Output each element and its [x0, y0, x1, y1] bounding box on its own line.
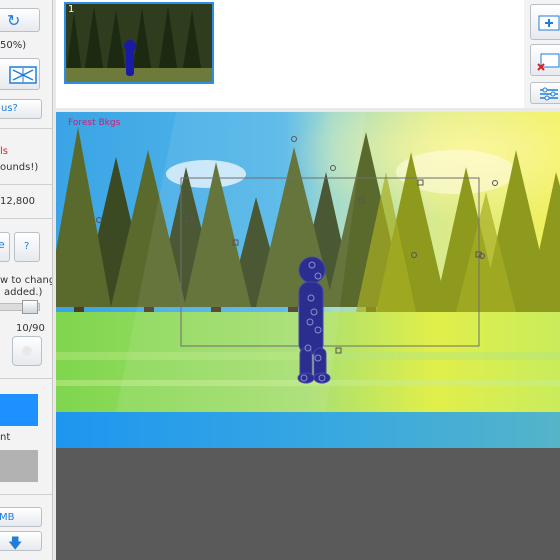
add-frame-icon — [538, 15, 560, 31]
scene-label: Forest Bkgs — [68, 118, 121, 128]
left-toolbar: ↻ 50%) us? ls ounds!) 12,800 e ? w to ch… — [0, 0, 53, 560]
add-frame-button[interactable] — [530, 4, 560, 40]
frame-number: 1 — [68, 4, 75, 15]
refresh-icon: ↻ — [7, 11, 21, 30]
record-button[interactable] — [12, 336, 42, 366]
warning-label: ls — [0, 146, 8, 157]
instruction-line1: w to change — [0, 275, 52, 286]
slider-handle[interactable] — [22, 300, 38, 314]
animation-canvas[interactable]: Forest Bkgs — [56, 112, 560, 448]
download-button[interactable]: 🡇 — [0, 531, 42, 552]
file-size-button[interactable]: MB — [0, 507, 42, 527]
arrow-down-icon: 🡇 — [8, 536, 23, 552]
delete-frame-button[interactable] — [530, 44, 560, 76]
color-label: nt — [0, 432, 11, 443]
help-link-label: us? — [1, 103, 18, 114]
instruction-line2: added.) — [4, 287, 43, 298]
help-link-button[interactable]: us? — [0, 99, 42, 119]
toggle-button[interactable]: e — [0, 232, 10, 262]
file-size-label: MB — [0, 512, 15, 523]
size-value: 12,800 — [0, 196, 35, 207]
help-button-label: ? — [24, 241, 30, 252]
help-button[interactable]: ? — [14, 232, 40, 262]
zoom-label: 50%) — [0, 40, 27, 51]
warning-note: ounds!) — [0, 162, 39, 173]
settings-button[interactable] — [530, 82, 560, 104]
toggle-icon: e — [0, 238, 5, 251]
canvas-background — [56, 448, 560, 560]
scene-stage — [56, 112, 560, 448]
secondary-color-swatch[interactable] — [0, 450, 38, 482]
flip-horizontal-icon — [9, 66, 37, 84]
sliders-icon — [540, 87, 558, 101]
frame-counter: 10/90 — [16, 323, 45, 334]
refresh-button[interactable]: ↻ — [0, 8, 40, 32]
record-icon — [22, 346, 32, 356]
flip-button[interactable] — [0, 58, 40, 90]
delete-frame-icon — [537, 53, 560, 71]
frame-thumbnail[interactable]: 1 — [64, 2, 214, 84]
primary-color-swatch[interactable] — [0, 394, 38, 426]
frame-thumbnail-image — [66, 4, 212, 82]
right-toolbar — [524, 0, 560, 108]
